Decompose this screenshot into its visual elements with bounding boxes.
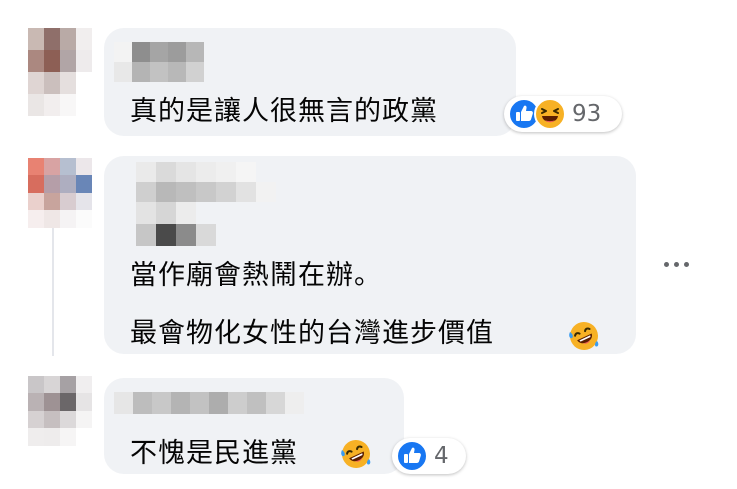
more-dots-icon — [663, 261, 669, 267]
avatar[interactable] — [28, 376, 92, 446]
more-options-button[interactable] — [656, 252, 696, 276]
reactions-summary[interactable]: 4 — [392, 438, 466, 474]
reaction-count: 4 — [434, 442, 449, 469]
comment-text: 不愧是民進黨 — [130, 438, 298, 469]
comment-text-line-1: 當作廟會熱鬧在辦。 — [130, 260, 382, 291]
haha-icon — [534, 98, 566, 130]
laughing-crying-emoji — [340, 438, 372, 470]
thread-line — [52, 228, 54, 356]
comment-text-line-2: 最會物化女性的台灣進步價值 — [130, 318, 494, 349]
avatar[interactable] — [28, 28, 92, 116]
reactions-summary[interactable]: 93 — [504, 96, 622, 132]
comments-thread: 真的是讓人很無言的政黨 93 當作廟會熱鬧在辦。 最會物化女性的台灣進步價值 不… — [0, 0, 737, 489]
author-name-blurred[interactable] — [114, 392, 304, 414]
reaction-count: 93 — [572, 100, 602, 127]
author-name-blurred[interactable] — [114, 162, 292, 246]
laughing-crying-emoji — [568, 320, 600, 352]
comment-text: 真的是讓人很無言的政黨 — [130, 96, 438, 127]
like-icon — [396, 440, 428, 472]
author-name-blurred[interactable] — [114, 42, 224, 82]
avatar[interactable] — [28, 158, 92, 228]
